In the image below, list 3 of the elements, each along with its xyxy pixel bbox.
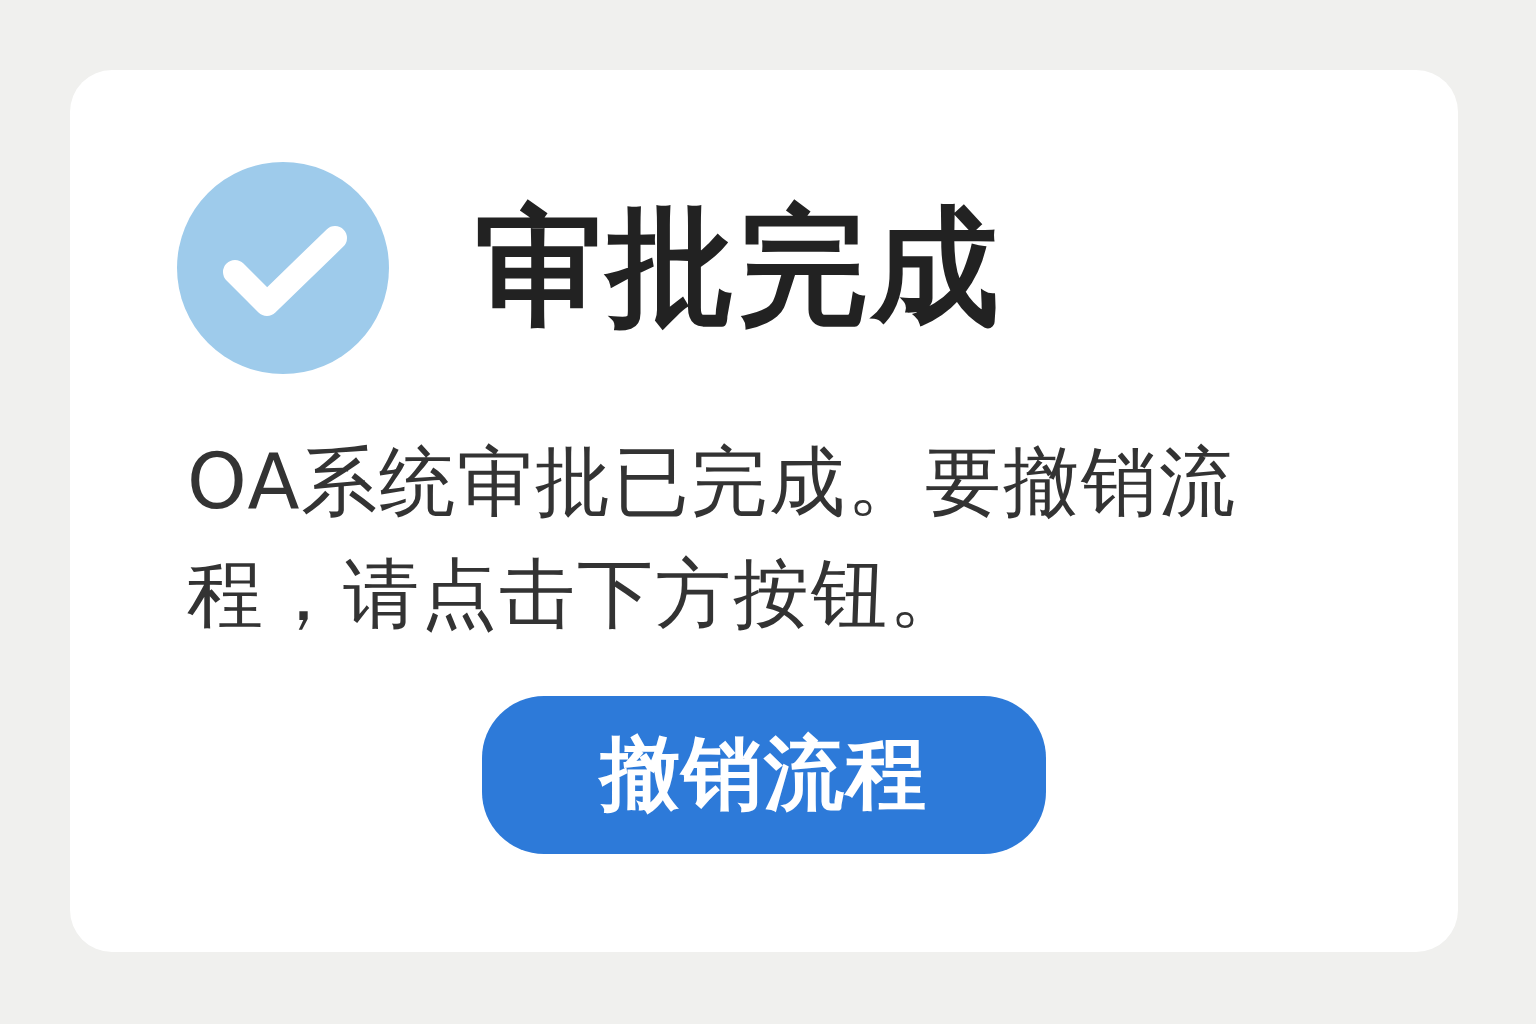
dialog-title: 审批完成 <box>475 190 1003 343</box>
revoke-button[interactable]: 撤销流程 <box>482 696 1046 854</box>
dialog-message: OA系统审批已完成。要撤销流程，请点击下方按钮。 <box>187 436 1239 640</box>
